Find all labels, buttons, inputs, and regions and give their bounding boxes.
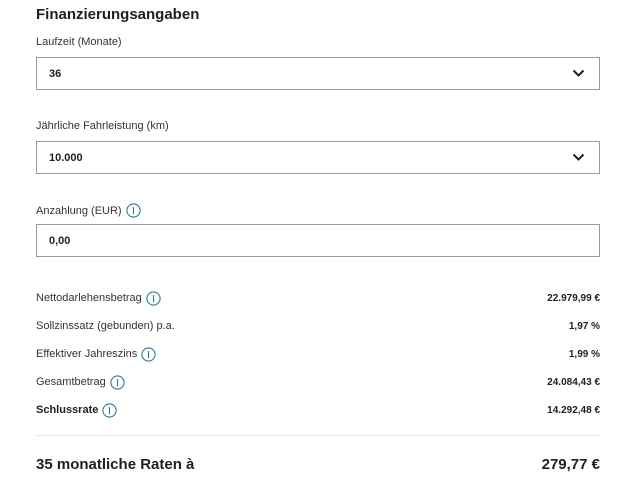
fahrleistung-value: 10.000: [49, 151, 83, 164]
summary-value: 14.292,48 €: [547, 404, 600, 416]
summary-label: Nettodarlehensbetrag: [36, 292, 142, 304]
summary-value: 22.979,99 €: [547, 292, 600, 304]
summary-row-nettodarlehensbetrag: Nettodarlehensbetrag 22.979,99 €: [36, 288, 600, 308]
info-icon[interactable]: [110, 374, 125, 390]
summary-row-effektiver-jahreszins: Effektiver Jahreszins 1,99 %: [36, 344, 600, 364]
summary-label-container: Schlussrate: [36, 402, 118, 418]
summary-label-container: Nettodarlehensbetrag: [36, 290, 161, 306]
divider: [36, 435, 600, 436]
summary-value: 1,97 %: [568, 320, 600, 332]
summary-row-sollzinssatz: Sollzinssatz (gebunden) p.a. 1,97 %: [36, 316, 600, 336]
total-label: 35 monatliche Raten à: [36, 455, 195, 473]
info-icon[interactable]: [102, 402, 118, 418]
laufzeit-value: 36: [49, 67, 62, 80]
info-icon[interactable]: [125, 203, 141, 218]
fahrleistung-select[interactable]: 10.000: [36, 141, 600, 174]
summary-label: Schlussrate: [36, 404, 99, 416]
summary-label: Effektiver Jahreszins: [36, 348, 138, 360]
fahrleistung-label-text: Jährliche Fahrleistung (km): [36, 120, 169, 132]
summary-label-container: Effektiver Jahreszins: [36, 346, 156, 362]
section-title: Finanzierungsangaben: [36, 6, 200, 23]
summary-row-schlussrate: Schlussrate 14.292,48 €: [36, 400, 600, 420]
info-icon[interactable]: [146, 290, 161, 306]
fahrleistung-label: Jährliche Fahrleistung (km): [36, 120, 169, 132]
info-icon[interactable]: [141, 346, 156, 362]
chevron-down-icon[interactable]: [571, 151, 585, 165]
anzahlung-value: 0,00: [49, 234, 71, 247]
anzahlung-label-text: Anzahlung (EUR): [36, 204, 122, 217]
summary-label-container: Gesamtbetrag: [36, 374, 125, 390]
total-value: 279,77 €: [541, 455, 600, 473]
laufzeit-label-text: Laufzeit (Monate): [36, 36, 122, 48]
laufzeit-select[interactable]: 36: [36, 57, 600, 90]
summary-row-gesamtbetrag: Gesamtbetrag 24.084,43 €: [36, 372, 600, 392]
summary-value: 1,99 %: [568, 348, 600, 360]
laufzeit-label: Laufzeit (Monate): [36, 36, 122, 48]
anzahlung-label: Anzahlung (EUR): [36, 203, 141, 218]
total-row: 35 monatliche Raten à 279,77 €: [36, 452, 600, 476]
summary-value: 24.084,43 €: [547, 376, 600, 388]
summary-label: Sollzinssatz (gebunden) p.a.: [36, 320, 175, 332]
summary-label-container: Sollzinssatz (gebunden) p.a.: [36, 320, 175, 332]
summary-label: Gesamtbetrag: [36, 376, 106, 388]
anzahlung-input[interactable]: 0,00: [36, 224, 600, 257]
chevron-down-icon[interactable]: [571, 67, 585, 81]
